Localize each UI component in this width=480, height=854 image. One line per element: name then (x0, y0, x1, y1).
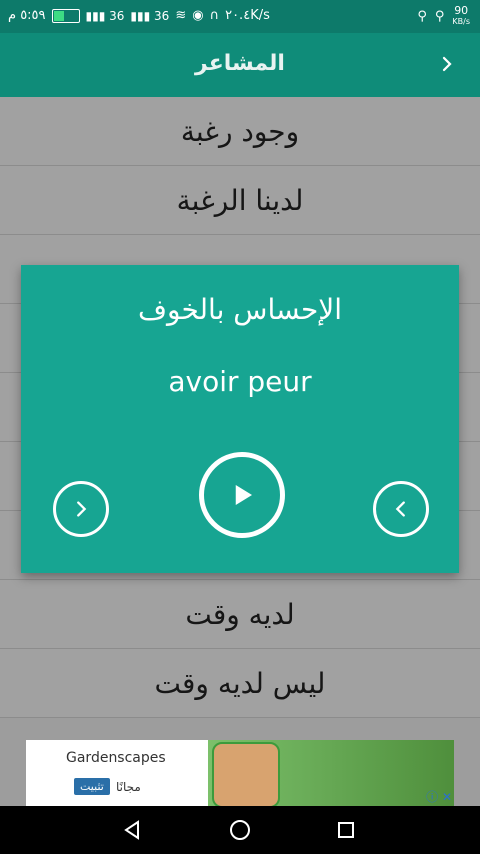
french-phrase: avoir peur (168, 365, 312, 398)
ad-price: مجانًا (116, 780, 141, 794)
phrase-dialog: الإحساس بالخوف avoir peur (21, 265, 459, 573)
ad-choices-icon[interactable]: ⓘ ✕ (426, 788, 452, 805)
nav-back-button[interactable] (120, 818, 144, 842)
signal-b-label: 36 (154, 8, 170, 23)
eye-icon: ◉ (192, 8, 204, 23)
net-rate: 90 KB/s (452, 4, 470, 27)
ad-character-image (212, 742, 280, 808)
page-title: المشاعر (195, 51, 285, 76)
status-right: ⚲ ⚲ 90 KB/s (417, 4, 470, 27)
headset-icon: ∩ (209, 8, 220, 23)
status-left: ٥:٥٩ م ▮▮▮ 36 ▮▮▮ 36 ≋ ◉ ∩ ٢٠.٤K/s (8, 8, 270, 23)
ad-title: Gardenscapes (66, 750, 166, 766)
triangle-back-icon (124, 820, 139, 840)
circle-home-icon (230, 820, 250, 840)
status-bar: ٥:٥٩ م ▮▮▮ 36 ▮▮▮ 36 ≋ ◉ ∩ ٢٠.٤K/s ⚲ ⚲ 9… (0, 0, 480, 33)
ad-banner[interactable]: Gardenscapes تثبيت مجانًا ⓘ ✕ (26, 740, 454, 808)
net-rate-value: 90 (454, 4, 469, 17)
chevron-right-icon (77, 501, 87, 517)
wifi-icon: ≋ (175, 8, 187, 23)
navigation-bar (0, 806, 480, 854)
play-button[interactable] (199, 452, 285, 538)
signal-icon-2: ▮▮▮ 36 (130, 8, 170, 23)
speed-text: ٢٠.٤K/s (225, 8, 270, 23)
square-recents-icon (338, 822, 354, 838)
ad-image[interactable] (208, 740, 454, 808)
previous-button[interactable] (373, 481, 429, 537)
arabic-phrase: الإحساس بالخوف (137, 293, 343, 326)
play-icon (235, 485, 252, 505)
signal-icon: ▮▮▮ 36 (85, 8, 125, 23)
next-button[interactable] (53, 481, 109, 537)
chevron-right-icon (442, 56, 452, 72)
signal-a-label: 36 (109, 8, 125, 23)
nav-recents-button[interactable] (334, 818, 358, 842)
usb-icon-2: ⚲ (434, 9, 445, 24)
app-bar: المشاعر (0, 33, 480, 97)
back-button[interactable] (432, 49, 462, 79)
usb-icon: ⚲ (417, 9, 427, 24)
time-text: ٥:٥٩ م (8, 8, 46, 23)
chevron-left-icon (395, 501, 405, 517)
battery-icon (51, 8, 80, 23)
net-rate-unit: KB/s (452, 17, 470, 26)
ad-install-button[interactable]: تثبيت (74, 778, 110, 795)
nav-home-button[interactable] (228, 818, 252, 842)
